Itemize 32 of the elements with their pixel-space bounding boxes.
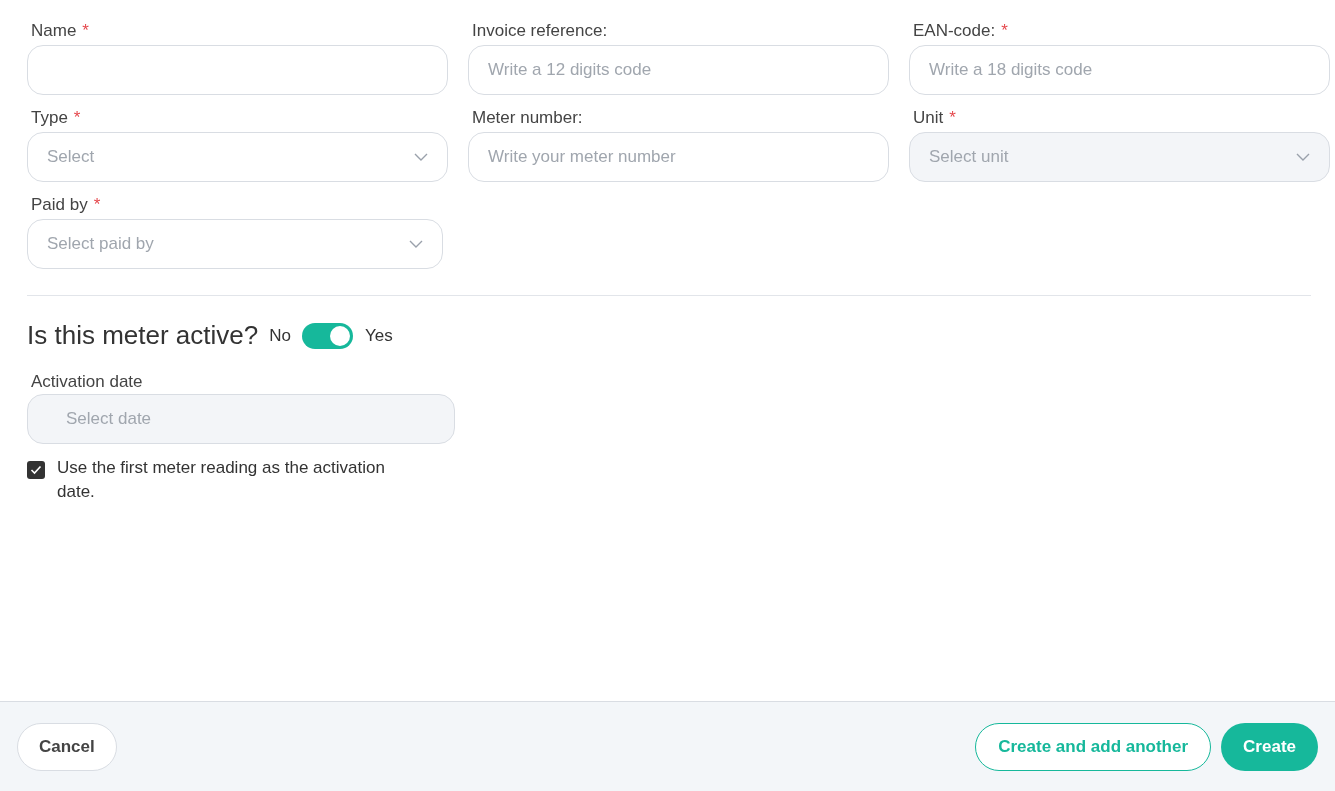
- select-field[interactable]: Select: [27, 132, 448, 182]
- field-label: Activation date: [30, 371, 144, 391]
- question-text: Is this meter active?: [27, 319, 259, 352]
- checkmark-icon: [30, 465, 42, 475]
- chevron-down-icon: [409, 240, 423, 248]
- required-mark: *: [949, 107, 956, 130]
- field-label: Invoice reference:: [472, 20, 608, 43]
- required-mark: *: [73, 107, 81, 130]
- field-label: Paid by: [31, 194, 88, 217]
- field-label: Unit: [913, 107, 944, 130]
- field-label: Name: [31, 20, 77, 43]
- checkbox-label: Use the first meter reading as the activation date.: [57, 457, 386, 503]
- toggle-off-label: No: [269, 324, 291, 347]
- field-label: EAN-code:: [913, 20, 996, 43]
- field-label: Type: [31, 107, 68, 130]
- select-field[interactable]: Select paid by: [27, 219, 443, 269]
- chevron-down-icon: [414, 153, 428, 161]
- field-label: Meter number:: [472, 107, 583, 130]
- input-field[interactable]: [27, 45, 448, 95]
- input-field[interactable]: Write your meter number: [468, 132, 889, 182]
- required-mark: *: [1001, 20, 1008, 43]
- create-and-add-button[interactable]: Create and add another: [975, 722, 1212, 771]
- chevron-down-icon: [1296, 153, 1310, 161]
- input-field[interactable]: Write a 12 digits code: [468, 45, 889, 95]
- checkbox[interactable]: [27, 461, 45, 479]
- input-field[interactable]: Write a 18 digits code: [909, 45, 1330, 95]
- toggle-on-label: Yes: [364, 324, 393, 347]
- create-button[interactable]: Create: [1221, 722, 1318, 771]
- toggle-switch[interactable]: [301, 322, 353, 349]
- cancel-button[interactable]: Cancel: [17, 722, 117, 771]
- required-mark: *: [93, 194, 101, 217]
- required-mark: *: [82, 20, 89, 43]
